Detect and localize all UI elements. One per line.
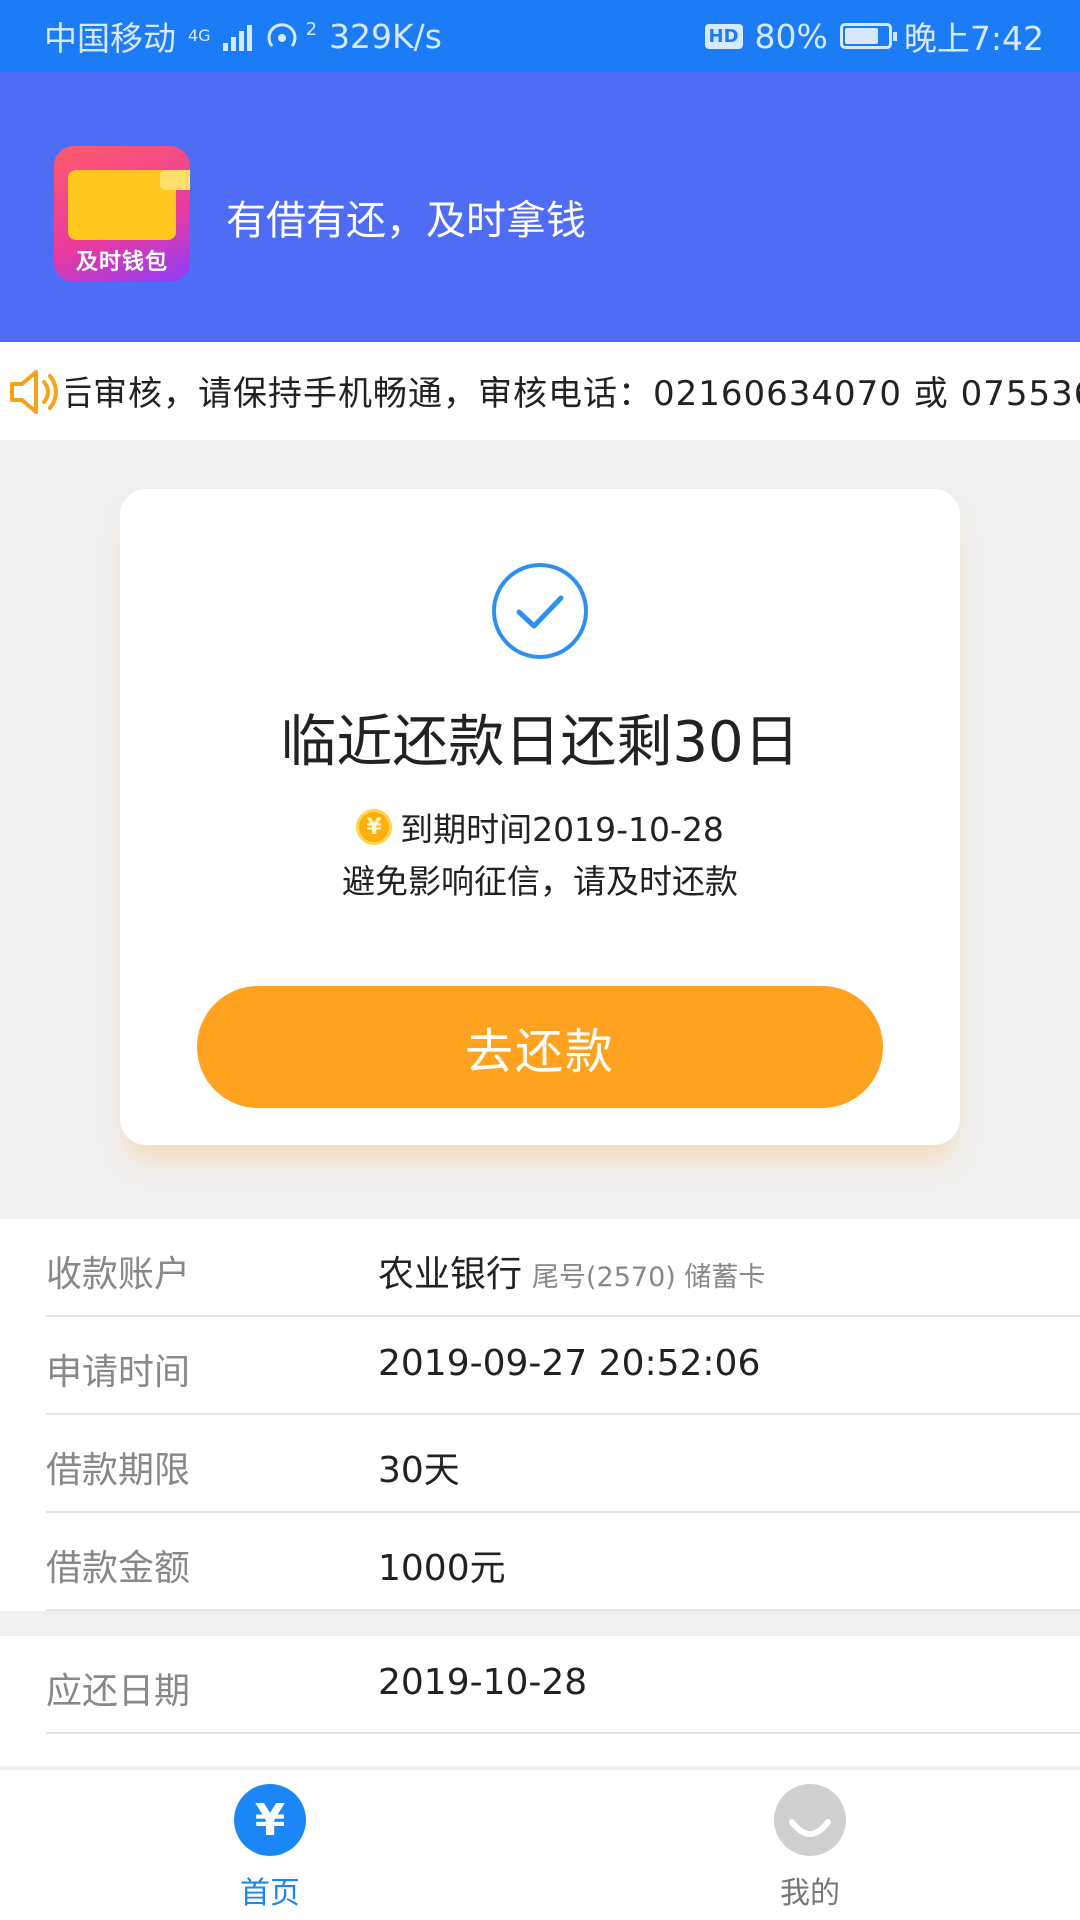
tab-mine[interactable]: 我的	[710, 1784, 910, 1912]
credit-warning: 避免影响征信，请及时还款	[342, 862, 738, 901]
app-screen: 中国移动 4G 2 329K/s HD 80% 晚上7:42 及时钱包 有借有还…	[0, 0, 1080, 1920]
network-type-label: 4G	[188, 26, 211, 45]
due-date-line: ¥ 到期时间2019-10-28	[120, 803, 960, 851]
tab-mine-label: 我的	[780, 1876, 840, 1911]
notice-marquee[interactable]: 后审核，请保持手机畅通，审核电话：02160634070 或 0755369	[0, 342, 1080, 440]
apply-time-value: 2019-09-27 20:52:06	[378, 1343, 761, 1384]
battery-fill	[844, 28, 879, 44]
hotspot-icon	[267, 23, 297, 47]
coin-icon: ¥	[356, 809, 393, 845]
due-date-value: 2019-10-28	[378, 1662, 588, 1703]
tab-home-label: 首页	[240, 1876, 300, 1911]
account-value: 农业银行 尾号(2570) 储蓄卡	[378, 1245, 765, 1297]
tab-home[interactable]: ¥ 首页	[170, 1784, 370, 1912]
hd-badge: HD	[704, 23, 743, 49]
status-bar: 中国移动 4G 2 329K/s HD 80% 晚上7:42	[0, 0, 1080, 72]
loan-info-list: 收款账户 农业银行 尾号(2570) 储蓄卡 申请时间 2019-09-27 20…	[0, 1219, 1080, 1611]
bottom-tab-bar: ¥ 首页 我的	[0, 1768, 1080, 1920]
term-value: 30天	[378, 1450, 460, 1491]
network-speed: 329K/s	[329, 16, 442, 56]
days-remaining-title: 临近还款日还剩30日	[280, 710, 800, 775]
yen-icon: ¥	[234, 1784, 306, 1856]
battery-percent: 80%	[754, 16, 828, 56]
check-circle-icon	[492, 563, 588, 659]
speaker-icon	[6, 364, 66, 420]
repay-info-list: 应还日期 2019-10-28	[0, 1636, 1080, 1766]
due-date-text: 到期时间2019-10-28	[400, 810, 724, 849]
due-date-label: 应还日期	[46, 1671, 191, 1712]
term-label: 借款期限	[46, 1450, 191, 1491]
wallet-clasp	[160, 170, 190, 190]
header-slogan: 有借有还，及时拿钱	[226, 198, 586, 244]
smiley-glyph	[789, 1819, 831, 1837]
app-logo: 及时钱包	[54, 146, 190, 282]
list-item: 借款期限 30天	[46, 1415, 1080, 1513]
hotspot-count: 2	[305, 18, 318, 40]
clock: 晚上7:42	[903, 19, 1044, 58]
logo-text: 及时钱包	[75, 250, 168, 275]
amount-value: 1000元	[378, 1548, 506, 1589]
repay-button[interactable]: 去还款	[197, 986, 883, 1108]
notice-text: 后审核，请保持手机畅通，审核电话：02160634070 或 0755369	[58, 374, 1080, 414]
battery-icon	[839, 23, 897, 49]
bank-name: 农业银行	[378, 1254, 523, 1295]
card-detail: 尾号(2570) 储蓄卡	[532, 1262, 766, 1293]
account-label: 收款账户	[46, 1254, 191, 1295]
amount-label: 借款金额	[46, 1548, 191, 1589]
repay-card: 临近还款日还剩30日 ¥ 到期时间2019-10-28 避免影响征信，请及时还款…	[120, 489, 960, 1145]
smiley-icon	[774, 1784, 846, 1856]
list-item: 借款金额 1000元	[46, 1513, 1080, 1611]
signal-icon	[222, 21, 252, 51]
list-item: 收款账户 农业银行 尾号(2570) 储蓄卡	[46, 1219, 1080, 1317]
list-item: 申请时间 2019-09-27 20:52:06	[46, 1317, 1080, 1415]
apply-time-label: 申请时间	[46, 1352, 191, 1393]
carrier-name: 中国移动	[44, 19, 176, 58]
list-item: 应还日期 2019-10-28	[46, 1636, 1080, 1734]
